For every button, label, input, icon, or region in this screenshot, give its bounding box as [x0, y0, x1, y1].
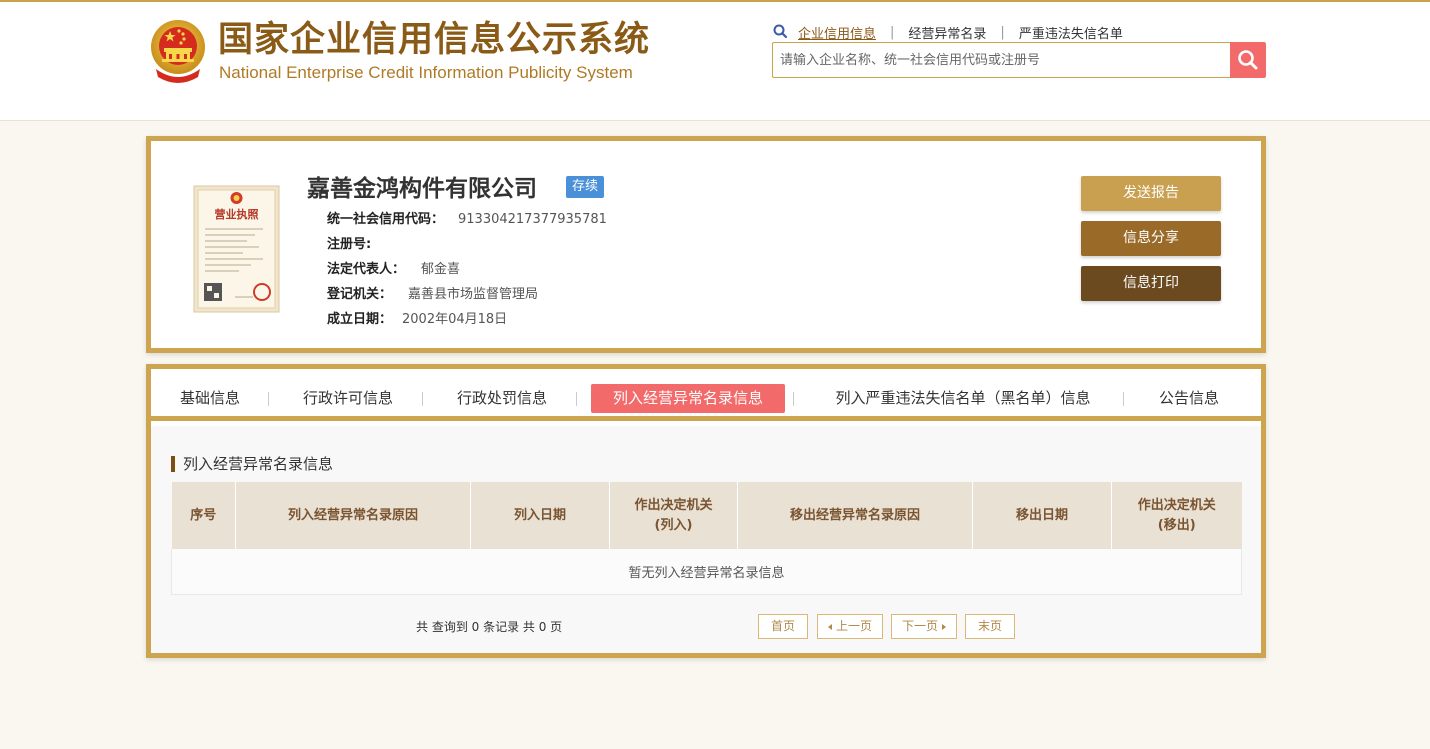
tab-abnormal-list[interactable]: 列入经营异常名录信息	[591, 384, 785, 413]
empty-message: 暂无列入经营异常名录信息	[171, 549, 1242, 595]
site-title: 国家企业信用信息公示系统	[218, 20, 651, 60]
magnifier-icon	[773, 24, 788, 39]
company-info-card: 营业执照 嘉善金鸿构件有限公司 存续 统一社会信用代码： 913304217377…	[146, 136, 1266, 353]
national-emblem-icon	[151, 20, 205, 83]
col-header-remove-reason: 移出经营异常名录原因	[737, 482, 973, 549]
tab-bar: 基础信息 行政许可信息 行政处罚信息 列入经营异常名录信息 列入严重违法失信名单…	[151, 369, 1261, 421]
license-title: 营业执照	[215, 207, 259, 221]
top-nav: 企业信用信息 | 经营异常名录 | 严重违法失信名单	[772, 22, 1123, 42]
detail-tabs-card: 基础信息 行政许可信息 行政处罚信息 列入经营异常名录信息 列入严重违法失信名单…	[146, 364, 1266, 658]
founded-date-label: 成立日期：	[327, 312, 393, 327]
reg-authority-value: 嘉善县市场监督管理局	[408, 287, 539, 302]
search-icon	[1238, 50, 1258, 70]
tab-announcements[interactable]: 公告信息	[1154, 384, 1224, 413]
tab-admin-penalty[interactable]: 行政处罚信息	[454, 384, 550, 413]
founded-date-row: 成立日期： 2002年04月18日	[327, 311, 507, 329]
nav-separator: |	[890, 24, 895, 40]
legal-rep-value: 郁金喜	[421, 262, 461, 277]
pager-first-button[interactable]: 首页	[758, 614, 808, 639]
pager-prev-button[interactable]: 上一页	[817, 614, 883, 639]
tab-admin-license[interactable]: 行政许可信息	[300, 384, 396, 413]
reg-authority-row: 登记机关： 嘉善县市场监督管理局	[327, 286, 538, 304]
business-license-icon[interactable]: 营业执照	[193, 185, 280, 313]
reg-number-row: 注册号:	[327, 236, 381, 254]
col-header-remove-date: 移出日期	[972, 482, 1112, 549]
pager-next-button[interactable]: 下一页	[891, 614, 957, 639]
records-summary: 共 查询到 0 条记录 共 0 页	[416, 620, 563, 634]
chevron-right-icon	[942, 623, 946, 630]
tab-separator	[576, 392, 577, 406]
col-header-list-date: 列入日期	[470, 482, 610, 549]
search-button[interactable]	[1230, 42, 1266, 78]
reg-authority-label: 登记机关：	[327, 287, 393, 302]
site-header: 国家企业信用信息公示系统 National Enterprise Credit …	[0, 2, 1430, 121]
section-title: 列入经营异常名录信息	[171, 456, 333, 472]
table-header-row: 序号 列入经营异常名录原因 列入日期 作出决定机关 (列入) 移出经营异常名录原因…	[171, 482, 1242, 549]
tab-separator	[422, 392, 423, 406]
col-header-list-reason: 列入经营异常名录原因	[235, 482, 471, 549]
credit-code-value: 913304217377935781	[458, 212, 607, 227]
print-info-button[interactable]: 信息打印	[1081, 266, 1221, 301]
send-report-button[interactable]: 发送报告	[1081, 176, 1221, 211]
nav-link-abnormal-list[interactable]: 经营异常名录	[908, 23, 986, 42]
share-info-button[interactable]: 信息分享	[1081, 221, 1221, 256]
nav-separator: |	[1000, 24, 1005, 40]
col-header-list-authority: 作出决定机关 (列入)	[609, 482, 738, 549]
search-box	[772, 42, 1266, 78]
site-subtitle: National Enterprise Credit Information P…	[219, 63, 633, 82]
tab-basic-info[interactable]: 基础信息	[177, 384, 243, 413]
credit-code-row: 统一社会信用代码： 913304217377935781	[327, 211, 607, 229]
tab-separator	[793, 392, 794, 406]
company-name: 嘉善金鸿构件有限公司	[307, 176, 537, 202]
col-header-remove-authority: 作出决定机关 (移出)	[1111, 482, 1242, 549]
legal-rep-row: 法定代表人： 郁金喜	[327, 261, 460, 279]
col-header-index: 序号	[171, 482, 236, 549]
table-row: 暂无列入经营异常名录信息	[171, 549, 1242, 595]
pager-last-button[interactable]: 末页	[965, 614, 1015, 639]
legal-rep-label: 法定代表人：	[327, 262, 406, 277]
tab-blacklist[interactable]: 列入严重违法失信名单（黑名单）信息	[823, 384, 1103, 413]
tab-separator	[268, 392, 269, 406]
nav-link-credit-info[interactable]: 企业信用信息	[798, 23, 876, 42]
nav-link-blacklist[interactable]: 严重违法失信名单	[1019, 23, 1123, 42]
status-badge: 存续	[566, 176, 604, 198]
reg-number-label: 注册号:	[327, 237, 372, 252]
records-table: 序号 列入经营异常名录原因 列入日期 作出决定机关 (列入) 移出经营异常名录原因…	[171, 482, 1242, 595]
tab-separator	[1123, 392, 1124, 406]
abnormal-list-panel: 列入经营异常名录信息 序号 列入经营异常名录原因 列入日期 作出决定机关 (列入)…	[151, 426, 1261, 653]
chevron-left-icon	[827, 623, 832, 630]
founded-date-value: 2002年04月18日	[402, 312, 508, 327]
credit-code-label: 统一社会信用代码：	[327, 212, 445, 227]
search-input[interactable]	[773, 43, 1229, 77]
